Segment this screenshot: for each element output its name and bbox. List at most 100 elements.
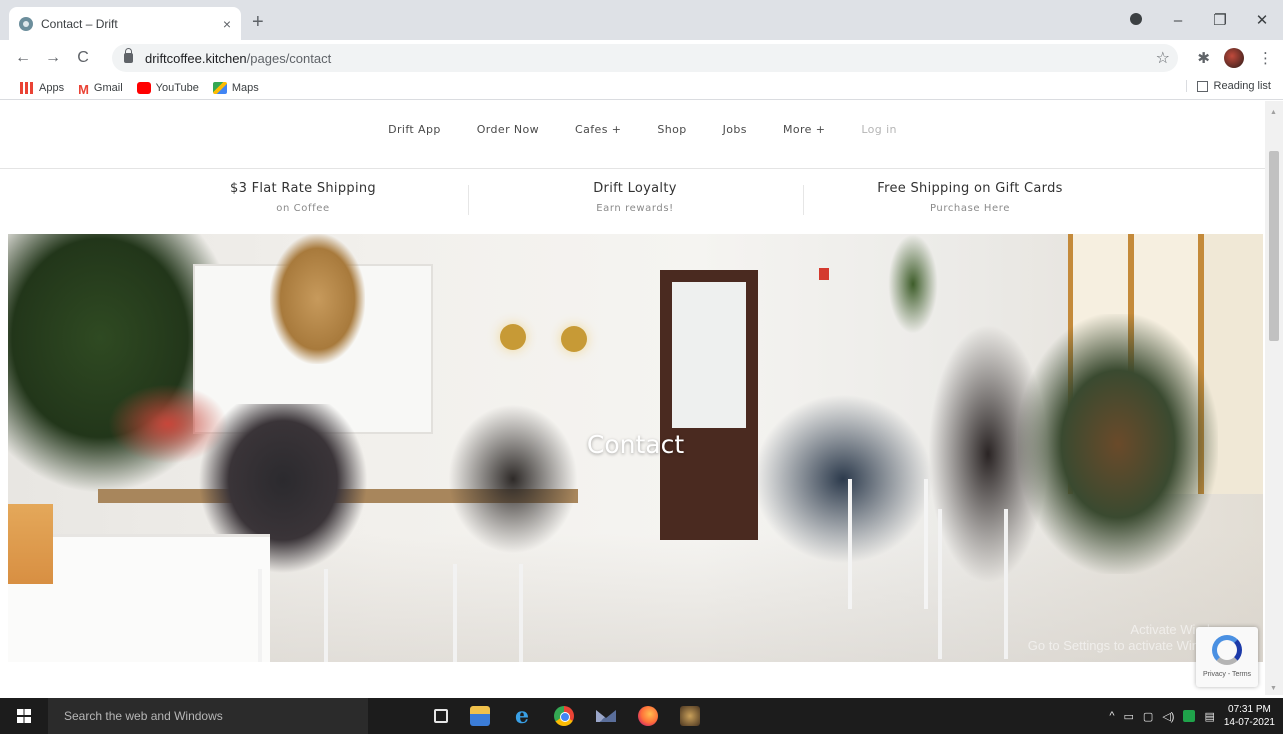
- maps-icon: [212, 81, 227, 94]
- promo-bar: $3 Flat Rate Shipping on Coffee Drift Lo…: [0, 171, 1265, 233]
- page-scrollbar[interactable]: ▲ ▼: [1265, 101, 1283, 695]
- system-tray: ^ ▭ ▢ ◁) ▤ 07:31 PM 14-07-2021: [1109, 698, 1275, 734]
- nav-jobs[interactable]: Jobs: [723, 123, 747, 147]
- firefox-icon[interactable]: [638, 706, 658, 726]
- browser-tab-active[interactable]: Contact – Drift ×: [9, 7, 241, 40]
- windows-taskbar: Search the web and Windows e ^ ▭ ▢ ◁) ▤ …: [0, 698, 1283, 734]
- apps-grid-icon: [20, 81, 34, 94]
- scroll-thumb[interactable]: [1269, 151, 1279, 341]
- game-app-icon[interactable]: [680, 706, 700, 726]
- avatar[interactable]: [1224, 48, 1244, 68]
- nav-more[interactable]: More +: [783, 123, 825, 147]
- task-view-icon[interactable]: [434, 709, 448, 723]
- lock-icon: [124, 48, 133, 63]
- bookmark-label: Gmail: [93, 81, 123, 94]
- bookmark-label: Apps: [39, 81, 65, 94]
- address-bar[interactable]: driftcoffee.kitchen/pages/contact ☆: [112, 44, 1178, 72]
- promo-gift-cards[interactable]: Free Shipping on Gift Cards Purchase Her…: [860, 181, 1080, 214]
- bookmark-youtube[interactable]: YouTube: [136, 81, 199, 94]
- bookmark-label: YouTube: [155, 81, 199, 94]
- nav-login[interactable]: Log in: [861, 123, 897, 147]
- promo-divider: [468, 185, 469, 215]
- seated-person: [448, 404, 578, 554]
- tray-overflow-icon[interactable]: ^: [1109, 710, 1114, 722]
- close-window-button[interactable]: ✕: [1241, 11, 1283, 29]
- new-tab-button[interactable]: +: [252, 11, 264, 34]
- hero-banner: Contact Activate Windows Go to Settings …: [8, 234, 1263, 662]
- restore-button[interactable]: ❐: [1199, 11, 1241, 29]
- nav-cafes[interactable]: Cafes +: [575, 123, 621, 147]
- url-path: /pages/contact: [246, 50, 332, 66]
- site-navigation: Drift App Order Now Cafes + Shop Jobs Mo…: [0, 123, 1265, 147]
- promo-subtitle: Earn rewards!: [596, 203, 674, 214]
- clock-time: 07:31 PM: [1228, 704, 1271, 715]
- toolbar-actions: ✱ ⋮: [1197, 40, 1273, 76]
- profile-indicator-icon[interactable]: [1115, 12, 1157, 29]
- chrome-icon[interactable]: [554, 706, 574, 726]
- pinned-apps: e: [434, 705, 700, 727]
- windows-logo-icon: [17, 709, 31, 723]
- promo-divider: [803, 185, 804, 215]
- volume-icon[interactable]: ◁): [1162, 710, 1174, 723]
- promo-subtitle: Purchase Here: [929, 203, 1011, 214]
- reading-list-button[interactable]: Reading list: [1185, 80, 1271, 92]
- network-icon[interactable]: ▢: [1143, 710, 1153, 723]
- door-glass: [672, 282, 746, 428]
- keyboard-icon[interactable]: ▭: [1124, 710, 1134, 723]
- stool: [938, 509, 1008, 659]
- fire-alarm: [819, 268, 829, 280]
- gmail-icon: M: [78, 81, 89, 97]
- drift-favicon-icon: [19, 16, 33, 31]
- stool: [848, 479, 928, 609]
- hanging-plant: [888, 234, 938, 334]
- youtube-icon: [136, 81, 151, 94]
- taskbar-search-input[interactable]: Search the web and Windows: [48, 698, 368, 734]
- woven-pendant-lamp: [270, 234, 365, 364]
- promo-shipping[interactable]: $3 Flat Rate Shipping on Coffee: [218, 181, 388, 214]
- reading-list-label: Reading list: [1213, 80, 1271, 92]
- blocks: [8, 504, 53, 584]
- url-host: driftcoffee.kitchen: [145, 50, 247, 66]
- nav-shop[interactable]: Shop: [657, 123, 686, 147]
- browser-tab-strip: Contact – Drift × + – ❐ ✕: [0, 0, 1283, 40]
- stool: [453, 564, 523, 662]
- promo-title: Free Shipping on Gift Cards: [877, 181, 1063, 196]
- forward-button[interactable]: →: [40, 49, 66, 67]
- internet-explorer-icon[interactable]: e: [512, 705, 532, 727]
- minimize-button[interactable]: –: [1157, 12, 1199, 29]
- promo-title: $3 Flat Rate Shipping: [230, 181, 376, 196]
- bookmark-star-icon[interactable]: ☆: [1156, 48, 1170, 68]
- app-tray-icon[interactable]: [1183, 710, 1196, 722]
- bookmark-maps[interactable]: Maps: [212, 81, 259, 94]
- browser-menu-icon[interactable]: ⋮: [1258, 49, 1273, 67]
- reading-list-icon: [1196, 80, 1208, 92]
- bookmarks-bar: Apps M Gmail YouTube Maps Reading list: [0, 76, 1283, 100]
- recaptcha-label: Privacy - Terms: [1202, 671, 1252, 678]
- clock[interactable]: 07:31 PM 14-07-2021: [1224, 703, 1275, 729]
- extensions-icon[interactable]: ✱: [1197, 49, 1210, 67]
- reload-button[interactable]: C: [70, 49, 96, 67]
- web-page: Drift App Order Now Cafes + Shop Jobs Mo…: [0, 101, 1265, 695]
- wall-sconce: [561, 326, 587, 352]
- back-button[interactable]: ←: [10, 49, 36, 67]
- window-controls: – ❐ ✕: [1115, 0, 1283, 40]
- clock-date: 14-07-2021: [1223, 717, 1275, 728]
- tab-close-icon[interactable]: ×: [223, 16, 231, 32]
- file-explorer-icon[interactable]: [470, 706, 490, 726]
- nav-order-now[interactable]: Order Now: [477, 123, 539, 147]
- recaptcha-icon: [1212, 635, 1242, 665]
- scroll-up-icon[interactable]: ▲: [1270, 109, 1277, 116]
- start-button[interactable]: [0, 698, 48, 734]
- mail-icon[interactable]: [596, 710, 616, 722]
- scroll-down-icon[interactable]: ▼: [1270, 685, 1277, 692]
- recaptcha-badge[interactable]: Privacy - Terms: [1196, 627, 1258, 687]
- bookmark-gmail[interactable]: M Gmail: [78, 81, 123, 97]
- stool: [258, 569, 328, 662]
- notifications-icon[interactable]: ▤: [1204, 710, 1214, 723]
- page-title: Contact: [586, 430, 685, 459]
- nav-drift-app[interactable]: Drift App: [388, 123, 441, 147]
- promo-loyalty[interactable]: Drift Loyalty Earn rewards!: [565, 181, 705, 214]
- promo-subtitle: on Coffee: [276, 203, 330, 214]
- tab-title: Contact – Drift: [41, 16, 118, 31]
- bookmark-apps[interactable]: Apps: [20, 81, 65, 94]
